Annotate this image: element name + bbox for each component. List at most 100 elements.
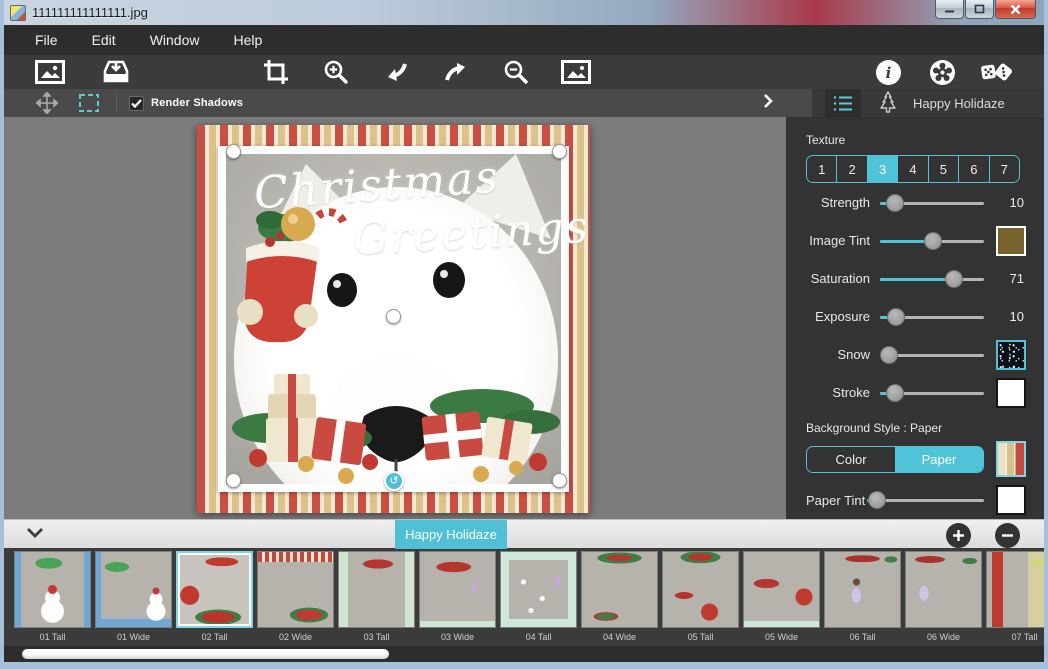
rotate-handle[interactable]: ↺ [384,471,404,491]
zoom-thumbs-in-button[interactable] [946,523,971,548]
saturation-slider[interactable] [880,270,984,288]
save-icon[interactable] [100,57,132,87]
background-style-selector: ColorPaper [806,446,984,473]
thumbnail-preview[interactable] [986,551,1044,628]
thumbnail-label: 05 Tall [662,628,739,642]
settings-icon[interactable] [926,57,958,87]
dice-icon[interactable] [980,57,1012,87]
close-button[interactable] [995,0,1036,19]
stroke-slider[interactable] [880,384,984,402]
stroke-swatch[interactable] [996,378,1026,408]
strength-slider[interactable] [880,194,984,212]
undo-icon[interactable] [380,57,412,87]
slider-handle[interactable] [924,232,942,250]
thumbnail-preview[interactable] [338,551,415,628]
thumbnail-preview[interactable] [176,551,253,628]
thumbnail-preview[interactable] [905,551,982,628]
chevron-down-icon[interactable] [26,525,44,543]
thumbnail-preview[interactable] [257,551,334,628]
thumbnail-preview[interactable] [419,551,496,628]
canvas-area[interactable]: Christmas Greetings ↺ [4,117,786,519]
paper-tint-slider[interactable] [867,491,984,509]
thumbnail-preview[interactable] [581,551,658,628]
zoom-out-icon[interactable] [500,57,532,87]
menu-item-edit[interactable]: Edit [75,25,133,55]
svg-text:i: i [885,64,891,82]
snow-swatch[interactable] [996,340,1026,370]
thumbnail-01-tall[interactable]: 01 Tall [14,551,91,646]
snow-slider[interactable] [880,346,984,364]
render-shadows-checkbox[interactable] [129,96,144,111]
thumbnail-preview[interactable] [500,551,577,628]
thumbnail-05-wide[interactable]: 05 Wide [743,551,820,646]
texture-option-7[interactable]: 7 [990,156,1019,182]
thumbnail-05-tall[interactable]: 05 Tall [662,551,739,646]
redo-icon[interactable] [440,57,472,87]
image-frame-icon[interactable] [560,57,592,87]
snow-slider-row: Snow [798,336,1026,373]
crop-icon[interactable] [260,57,292,87]
maximize-button[interactable] [965,0,994,19]
thumbnail-04-tall[interactable]: 04 Tall [500,551,577,646]
paper-swatch[interactable] [996,441,1026,477]
selection-handle-bottom-left[interactable] [226,473,241,488]
slider-handle[interactable] [945,270,963,288]
chevron-right-icon[interactable] [762,93,774,114]
collection-tab[interactable]: Happy Holidaze [395,520,507,549]
slider-handle[interactable] [868,491,886,509]
marquee-icon[interactable] [74,91,104,115]
thumbnail-01-wide[interactable]: 01 Wide [95,551,172,646]
thumbnail-preview[interactable] [95,551,172,628]
menu-item-file[interactable]: File [18,25,75,55]
thumbnail-02-wide[interactable]: 02 Wide [257,551,334,646]
slider-handle[interactable] [887,308,905,326]
menu-item-help[interactable]: Help [216,25,279,55]
paper-tint-swatch[interactable] [996,485,1026,515]
thumbnail-preview[interactable] [662,551,739,628]
list-view-icon[interactable] [825,89,861,117]
paper-tint-label: Paper Tint [806,493,865,508]
thumbnail-label: 04 Tall [500,628,577,642]
selection-handle-bottom-right[interactable] [552,473,567,488]
texture-option-6[interactable]: 6 [959,156,989,182]
thumbnail-preview[interactable] [14,551,91,628]
slider-handle[interactable] [886,384,904,402]
selection-handle-top-left[interactable] [226,144,241,159]
minimize-button[interactable] [935,0,964,19]
thumbnail-02-tall[interactable]: 02 Tall [176,551,253,646]
zoom-in-icon[interactable] [320,57,352,87]
thumbnail-04-wide[interactable]: 04 Wide [581,551,658,646]
background-option-color[interactable]: Color [807,447,895,472]
thumbnail-label: 02 Tall [176,628,253,642]
menu-item-window[interactable]: Window [133,25,217,55]
background-option-paper[interactable]: Paper [895,447,983,472]
thumbnail-06-wide[interactable]: 06 Wide [905,551,982,646]
thumbnail-scrollbar-thumb[interactable] [22,649,389,659]
texture-option-1[interactable]: 1 [807,156,837,182]
open-image-icon[interactable] [34,57,66,87]
saturation-slider-row: Saturation71 [798,260,1026,297]
texture-option-2[interactable]: 2 [837,156,867,182]
thumbnail-07-tall[interactable]: 07 Tall [986,551,1044,646]
thumbnail-03-wide[interactable]: 03 Wide [419,551,496,646]
slider-handle[interactable] [886,194,904,212]
selection-handle-center[interactable] [386,309,401,324]
move-icon[interactable] [32,91,62,115]
thumbnail-06-tall[interactable]: 06 Tall [824,551,901,646]
thumbnail-preview[interactable] [743,551,820,628]
slider-handle[interactable] [880,346,898,364]
card-layout[interactable]: Christmas Greetings ↺ [197,125,590,513]
texture-option-4[interactable]: 4 [898,156,928,182]
zoom-thumbs-out-button[interactable] [995,523,1020,548]
selection-handle-top-right[interactable] [552,144,567,159]
thumbnail-preview[interactable] [824,551,901,628]
title-bar[interactable]: 111111111111111.jpg [4,0,1044,25]
thumbnail-03-tall[interactable]: 03 Tall [338,551,415,646]
texture-option-3[interactable]: 3 [868,156,898,182]
image-tint-swatch[interactable] [996,226,1026,256]
thumbnail-scrollbar-track[interactable] [4,646,1044,662]
texture-option-5[interactable]: 5 [929,156,959,182]
exposure-slider[interactable] [880,308,984,326]
info-icon[interactable]: i [872,57,904,87]
image-tint-slider[interactable] [880,232,984,250]
